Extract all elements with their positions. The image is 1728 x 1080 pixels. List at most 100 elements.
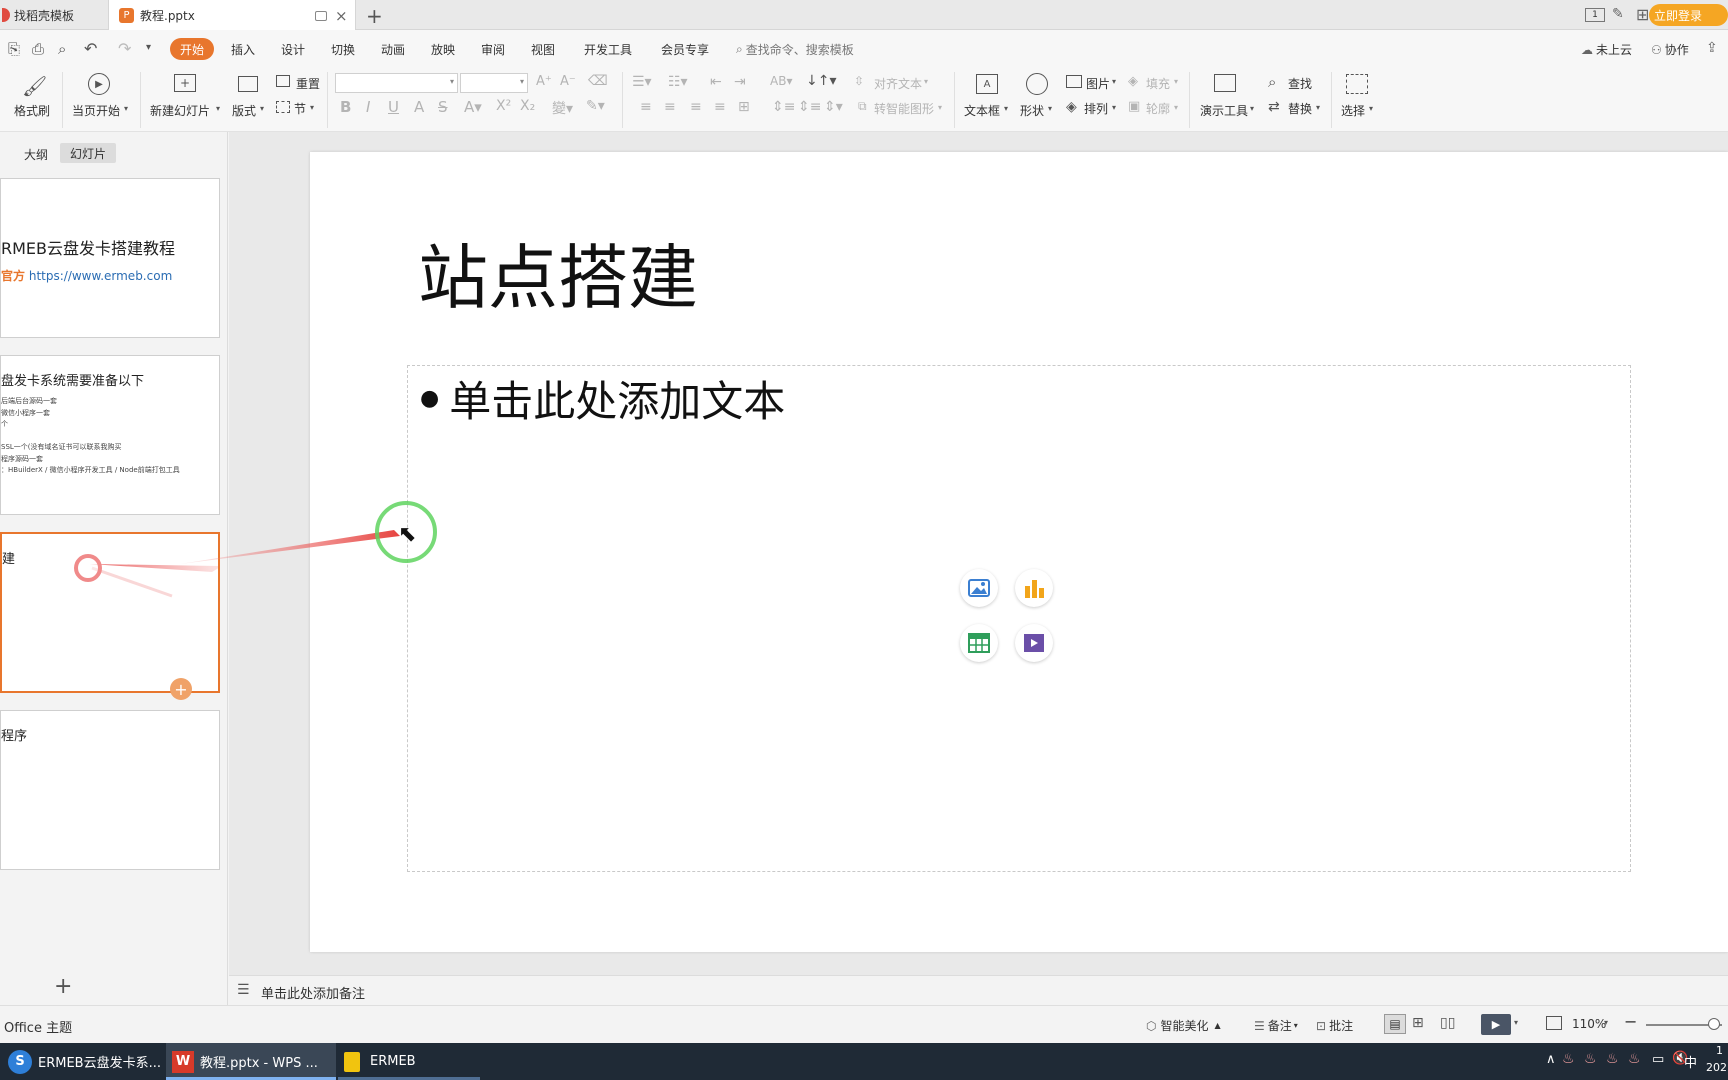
picture-icon[interactable] [1066,75,1082,88]
numbered-list-icon[interactable]: ☷▾ [668,74,688,90]
close-tab-icon[interactable]: × [335,7,348,25]
taskbar-app-wps[interactable]: W 教程.pptx - WPS ... [166,1043,336,1080]
play-slideshow-icon[interactable]: ▶ [1481,1014,1511,1035]
dropdown-arrow-icon[interactable]: ▾ [1604,1018,1608,1027]
content-placeholder[interactable]: ● 单击此处添加文本 [407,365,1631,872]
taskbar-app-folder[interactable]: ERMEB [338,1043,480,1080]
file-icon[interactable]: ⎘ [8,40,20,58]
reset-label[interactable]: 重置 [296,75,320,92]
align-left-icon[interactable]: ≡ [640,99,652,115]
reset-icon[interactable] [276,75,290,87]
subscript-icon[interactable]: X₂ [520,98,535,114]
new-slide-icon[interactable]: + [174,74,196,92]
distribute-icon[interactable]: ⊞ [738,99,750,115]
dropdown-arrow-icon[interactable]: ▾ [1112,77,1116,86]
tab-outline[interactable]: 大纲 [24,146,48,163]
text-direction-icon[interactable]: AB▾ [770,74,792,88]
present-tools-icon[interactable] [1214,74,1236,92]
bold-icon[interactable]: B [340,98,351,116]
font-size-select[interactable]: ▾ [460,73,528,93]
line-spacing-icon[interactable]: ⇕≡ [772,99,795,115]
normal-view-icon[interactable]: ▤ [1384,1014,1406,1034]
tray-app-icon[interactable]: ♨ [1562,1051,1575,1067]
login-button[interactable]: 立即登录 [1649,4,1728,26]
italic-icon[interactable]: I [366,98,370,116]
clock-date[interactable]: 202 [1706,1061,1727,1074]
align-text-label[interactable]: 对齐文本 [874,75,922,92]
menu-start[interactable]: 开始 [170,38,214,60]
dropdown-arrow-icon[interactable]: ▾ [1048,104,1052,113]
play-icon[interactable]: ▶ [88,73,110,95]
notes-toggle[interactable]: ☰ 备注 ▾ [1254,1017,1298,1034]
beautify-button[interactable]: ⬡ 智能美化 ▲ [1146,1017,1221,1034]
layout-label[interactable]: 版式 [232,102,256,119]
menu-developer[interactable]: 开发工具 [584,41,632,58]
share-icon[interactable]: ⇪ [1706,40,1718,56]
sort-icon[interactable]: ↓↑▾ [806,73,837,89]
tray-overflow-icon[interactable]: ∧ [1546,1052,1556,1067]
menu-slideshow[interactable]: 放映 [431,41,455,58]
taskbar-app-browser[interactable]: S ERMEB云盘发卡系... [8,1043,161,1080]
superscript-icon[interactable]: X² [496,98,511,114]
layout-icon[interactable] [238,76,258,92]
slide-thumbnail-3-selected[interactable]: 建 [0,532,220,693]
decrease-font-icon[interactable]: A⁻ [560,74,576,89]
picture-label[interactable]: 图片 [1086,75,1110,92]
dropdown-arrow-icon[interactable]: ▾ [938,103,942,112]
slide-thumbnail-4[interactable]: 程序 [0,710,220,870]
increase-indent-icon[interactable]: ⇥ [734,74,746,90]
redo-icon[interactable]: ↷ [118,39,131,58]
shapes-label[interactable]: 形状 [1020,102,1044,119]
tab-template[interactable]: 找稻壳模板 [0,0,106,30]
align-center-icon[interactable]: ≡ [664,99,676,115]
dropdown-arrow-icon[interactable]: ▾ [310,103,314,112]
justify-icon[interactable]: ≡ [714,99,726,115]
tab-pptx[interactable]: P 教程.pptx × [108,0,356,31]
slide-thumbnail-1[interactable]: RMEB云盘发卡搭建教程 官方 https://www.ermeb.com [0,178,220,338]
bullet-list-icon[interactable]: ☰▾ [632,74,652,90]
dropdown-arrow-icon[interactable]: ▾ [124,104,128,113]
fit-window-icon[interactable] [1546,1016,1562,1030]
new-slide-label[interactable]: 新建幻灯片 [150,102,210,119]
insert-picture-icon[interactable] [960,569,998,607]
insert-chart-icon[interactable] [1015,569,1053,607]
zoom-level[interactable]: 110% [1572,1017,1606,1031]
para-spacing-icon[interactable]: ⇕≡ [798,99,821,115]
dropdown-arrow-icon[interactable]: ▾ [924,77,928,86]
dropdown-arrow-icon[interactable]: ▾ [1250,104,1254,113]
dropdown-arrow-icon[interactable]: ▾ [1369,104,1373,113]
new-tab-icon[interactable]: + [366,4,383,28]
section-label[interactable]: 节 [294,100,306,117]
menu-animation[interactable]: 动画 [381,41,405,58]
text-shadow-icon[interactable]: A [414,98,424,116]
slide-current[interactable]: 站点搭建 ● 单击此处添加文本 [310,152,1728,952]
restore-window-icon[interactable] [315,10,327,21]
new-slide-plus-icon[interactable]: + [54,974,72,999]
increase-font-icon[interactable]: A⁺ [536,74,552,89]
insert-table-icon[interactable] [960,624,998,662]
font-color-icon[interactable]: A▾ [464,98,482,116]
network-icon[interactable]: ▭ [1652,1052,1664,1067]
menu-insert[interactable]: 插入 [231,41,255,58]
dropdown-arrow-icon[interactable]: ▾ [260,104,264,113]
layout-icon[interactable]: 1 [1585,8,1605,22]
fill-label[interactable]: 填充 [1146,75,1170,92]
line-spacing-dropdown-icon[interactable]: ⇕▾ [824,99,843,115]
textbox-label[interactable]: 文本框 [964,102,1000,119]
slide-title[interactable]: 站点搭建 [418,222,698,323]
align-right-icon[interactable]: ≡ [690,99,702,115]
dropdown-arrow-icon[interactable]: ▾ [1514,1018,1518,1027]
dropdown-arrow-icon[interactable]: ▾ [216,104,220,113]
dropdown-arrow-icon[interactable]: ▾ [1174,103,1178,112]
print-preview-icon[interactable]: ⌕ [58,40,66,58]
add-slide-icon[interactable]: + [170,678,192,700]
collaborate-button[interactable]: ⚇ 协作 [1651,41,1689,58]
clear-format-icon[interactable]: ⌫ [588,73,608,89]
underline-icon[interactable]: U [388,98,399,116]
tray-app-icon[interactable]: ♨ [1628,1051,1641,1067]
reading-view-icon[interactable]: ▯▯ [1440,1015,1455,1031]
menu-view[interactable]: 视图 [531,41,555,58]
arrange-label[interactable]: 排列 [1084,100,1108,117]
format-painter-label[interactable]: 格式刷 [14,102,50,119]
tray-app-icon[interactable]: ♨ [1606,1051,1619,1067]
